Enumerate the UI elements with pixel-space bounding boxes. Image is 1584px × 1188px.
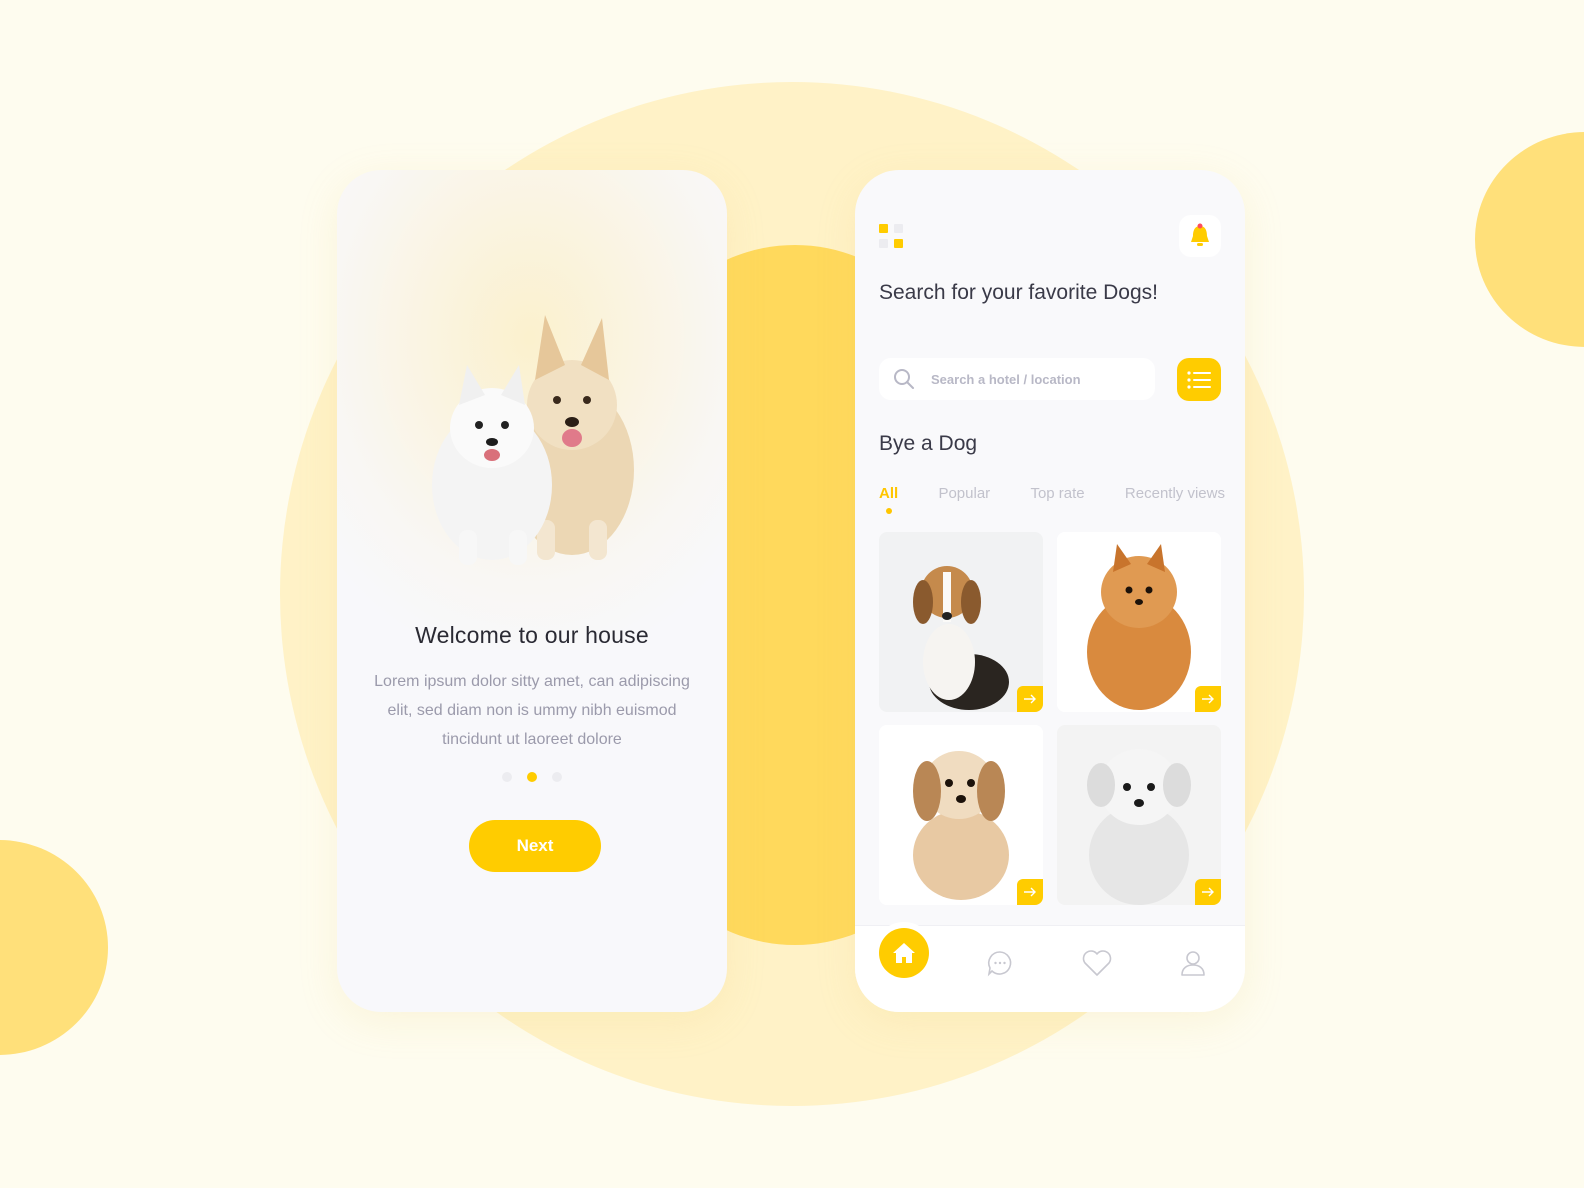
pagination-dots [337, 772, 727, 782]
view-dog-button[interactable] [1017, 686, 1043, 712]
background-circle-left [0, 840, 108, 1055]
dog-card-havanese[interactable] [879, 725, 1043, 905]
section-title: Bye a Dog [879, 432, 978, 455]
category-tabs: All Popular Top rate Recently views [879, 485, 1225, 514]
tab-recently-views[interactable]: Recently views [1125, 485, 1225, 502]
home-icon [893, 943, 915, 963]
dog-grid [879, 532, 1221, 905]
nav-profile[interactable] [1168, 938, 1218, 988]
list-icon [1187, 370, 1211, 389]
bottom-navigation [855, 925, 1245, 1012]
onboarding-title: Welcome to our house [415, 622, 649, 648]
search-bar[interactable] [879, 358, 1155, 400]
maltese-photo [1057, 725, 1221, 905]
chat-icon [987, 951, 1012, 977]
heart-icon [1082, 950, 1112, 976]
home-screen: Search for your favorite Dogs! Bye a Dog… [855, 170, 1245, 1012]
two-dogs-photo [432, 315, 634, 565]
tab-all[interactable]: All [879, 485, 898, 514]
arrow-right-icon [1024, 694, 1036, 704]
arrow-right-icon [1024, 887, 1036, 897]
page-headline: Search for your favorite Dogs! [879, 281, 1158, 304]
onboarding-description: Lorem ipsum dolor sitty amet, can adipis… [374, 673, 690, 748]
nav-messages[interactable] [975, 938, 1025, 988]
notification-button[interactable] [1179, 215, 1221, 257]
nav-home[interactable] [879, 928, 929, 978]
pagination-dot[interactable] [552, 772, 562, 782]
tab-top-rate[interactable]: Top rate [1030, 485, 1084, 502]
search-input[interactable] [929, 370, 1133, 388]
havanese-photo [879, 725, 1043, 905]
arrow-right-icon [1202, 887, 1214, 897]
view-dog-button[interactable] [1017, 879, 1043, 905]
nav-favorites[interactable] [1072, 938, 1122, 988]
pomeranian-photo [1057, 532, 1221, 712]
filter-button[interactable] [1177, 358, 1221, 401]
dog-card-maltese[interactable] [1057, 725, 1221, 905]
arrow-right-icon [1202, 694, 1214, 704]
user-icon [1181, 951, 1205, 976]
beagle-photo [879, 532, 1043, 712]
next-button[interactable]: Next [469, 820, 601, 872]
onboarding-screen: Welcome to our house Lorem ipsum dolor s… [337, 170, 727, 1012]
view-dog-button[interactable] [1195, 879, 1221, 905]
bell-icon [1191, 223, 1209, 246]
dog-card-pomeranian[interactable] [1057, 532, 1221, 712]
search-icon [894, 369, 914, 389]
grid-logo-icon [879, 224, 905, 250]
pagination-dot[interactable] [502, 772, 512, 782]
pagination-dot-active[interactable] [527, 772, 537, 782]
view-dog-button[interactable] [1195, 686, 1221, 712]
background-circle-right [1475, 132, 1584, 347]
tab-popular[interactable]: Popular [938, 485, 990, 502]
dog-card-beagle[interactable] [879, 532, 1043, 712]
